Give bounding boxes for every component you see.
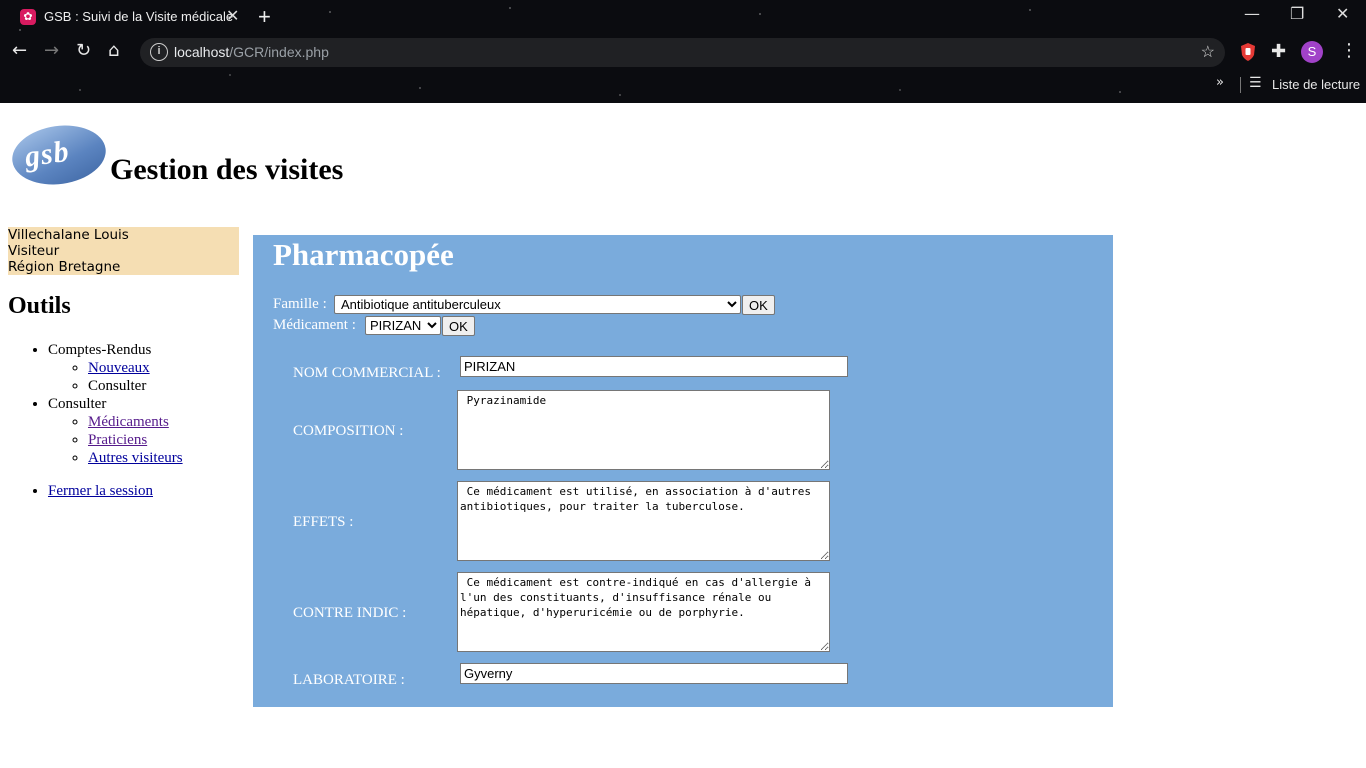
menu-consulter-label: Consulter — [48, 396, 107, 412]
minimize-icon[interactable]: — — [1244, 4, 1260, 23]
nom-commercial-field[interactable] — [460, 356, 848, 377]
menu-item-consulter-cr: Consulter — [88, 378, 147, 394]
logout-list: Fermer la session — [48, 483, 153, 500]
extension-shield-icon[interactable] — [1239, 42, 1257, 62]
divider — [1240, 77, 1241, 93]
contre-indic-field[interactable]: Ce médicament est contre-indiqué en cas … — [457, 572, 830, 652]
contre-indic-label: CONTRE INDIC : — [293, 605, 407, 621]
logo-text: gsb — [22, 134, 72, 174]
extensions-puzzle-icon[interactable]: ✚ — [1271, 41, 1286, 62]
menu-link-autres-visiteurs[interactable]: Autres visiteurs — [88, 450, 183, 466]
forward-icon[interactable]: → — [44, 40, 59, 61]
reading-list-icon[interactable]: ☰ — [1249, 75, 1262, 91]
famille-label: Famille : — [273, 296, 327, 312]
reading-list-label[interactable]: Liste de lecture — [1272, 77, 1360, 92]
panel-title: Pharmacopée — [273, 237, 454, 272]
user-name: Villechalane Louis — [8, 227, 129, 243]
menu-link-medicaments[interactable]: Médicaments — [88, 414, 169, 430]
menu-consulter: Consulter Médicaments Praticiens Autres … — [48, 395, 183, 467]
back-icon[interactable]: ← — [12, 40, 27, 61]
tab-close-icon[interactable]: ✕ — [226, 6, 239, 26]
profile-avatar[interactable]: S — [1301, 41, 1323, 63]
user-role: Visiteur — [8, 243, 60, 259]
menu-comptes-rendus-label: Comptes-Rendus — [48, 342, 152, 358]
effets-field[interactable]: Ce médicament est utilisé, en associatio… — [457, 481, 830, 561]
nom-commercial-label: NOM COMMERCIAL : — [293, 365, 441, 381]
sidebar-menu: Comptes-Rendus Nouveaux Consulter Consul… — [48, 341, 183, 467]
laboratoire-field[interactable] — [460, 663, 848, 684]
restore-icon[interactable]: ❐ — [1290, 4, 1304, 23]
sidebar-heading: Outils — [8, 293, 71, 319]
more-bookmarks-icon[interactable]: » — [1216, 75, 1224, 90]
medicament-label: Médicament : — [273, 317, 356, 333]
menu-link-nouveaux[interactable]: Nouveaux — [88, 360, 150, 376]
menu-dots-icon[interactable]: ⋮ — [1340, 40, 1358, 61]
reload-icon[interactable]: ↻ — [76, 40, 91, 61]
laboratoire-label: LABORATOIRE : — [293, 672, 405, 688]
close-window-icon[interactable]: ✕ — [1336, 4, 1349, 23]
browser-chrome: ✿ GSB : Suivi de la Visite médicale ✕ + … — [0, 0, 1366, 103]
page-title: Gestion des visites — [110, 153, 344, 186]
menu-link-praticiens[interactable]: Praticiens — [88, 432, 147, 448]
menu-comptes-rendus: Comptes-Rendus Nouveaux Consulter — [48, 341, 183, 395]
composition-field[interactable]: Pyrazinamide — [457, 390, 830, 470]
medicament-select[interactable]: PIRIZAN — [365, 316, 441, 335]
home-icon[interactable]: ⌂ — [108, 40, 119, 61]
url-text: localhost/GCR/index.php — [174, 44, 329, 60]
famille-ok-button[interactable]: OK — [742, 295, 775, 315]
logout-link[interactable]: Fermer la session — [48, 483, 153, 499]
user-region: Région Bretagne — [8, 259, 121, 275]
medicament-ok-button[interactable]: OK — [442, 316, 475, 336]
address-bar[interactable]: i localhost/GCR/index.php ☆ — [140, 38, 1225, 67]
favicon-icon: ✿ — [20, 9, 36, 25]
tab-title: GSB : Suivi de la Visite médicale — [44, 9, 234, 24]
site-info-icon[interactable]: i — [150, 43, 168, 61]
browser-tab[interactable]: ✿ GSB : Suivi de la Visite médicale ✕ — [8, 0, 248, 34]
new-tab-icon[interactable]: + — [258, 4, 271, 30]
composition-label: COMPOSITION : — [293, 423, 404, 439]
famille-select[interactable]: Antibiotique antituberculeux — [334, 295, 741, 314]
effets-label: EFFETS : — [293, 514, 354, 530]
bookmark-star-icon[interactable]: ☆ — [1201, 42, 1215, 62]
gsb-logo: gsb — [8, 119, 110, 191]
pharmacopee-panel: Pharmacopée Famille : Antibiotique antit… — [253, 235, 1113, 707]
user-info-box: Villechalane Louis Visiteur Région Breta… — [8, 227, 239, 275]
